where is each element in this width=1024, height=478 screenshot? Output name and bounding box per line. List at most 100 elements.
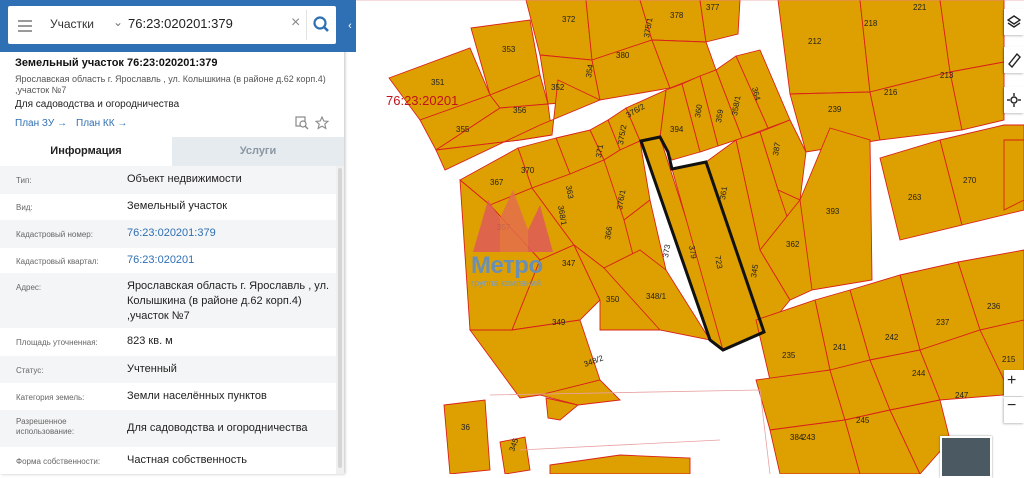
parcel-number-label: 237 [936, 318, 950, 327]
parcel-number-label: 380 [616, 51, 630, 60]
collapse-panel-button[interactable]: ‹ [344, 0, 356, 52]
parcel-title: Земельный участок 76:23:020201:379 [15, 57, 218, 69]
plan-zu-link[interactable]: План ЗУ → [15, 118, 67, 129]
basemap-switcher-thumbnail[interactable] [940, 436, 992, 478]
detail-row: Форма собственности: Частная собственност… [0, 447, 336, 474]
watermark-subtitle: группа компаний [471, 278, 542, 288]
map-parcel[interactable] [939, 0, 1005, 73]
detail-key: Кадастровый номер: [16, 230, 93, 239]
detail-key: Вид: [16, 203, 33, 212]
parcel-number-label: 348/1 [646, 292, 667, 301]
map-parcel[interactable] [769, 419, 861, 474]
find-on-map-icon[interactable] [295, 116, 309, 130]
parcel-number-label: 355 [456, 125, 470, 134]
watermark-title: Метро [471, 252, 543, 279]
parcel-number-label: 352 [551, 83, 565, 92]
parcel-number-label: 347 [562, 259, 576, 268]
parcel-number-label: 215 [1002, 355, 1016, 364]
parcel-number-label: 263 [908, 193, 922, 202]
detail-value: Учтенный [127, 363, 177, 375]
detail-key: Форма собственности: [16, 457, 101, 466]
tab-information[interactable]: Информация [0, 137, 172, 166]
parcel-number-label: 372 [562, 15, 576, 24]
detail-row: Площадь уточненная: 823 кв. м [0, 328, 336, 356]
parcel-number-label: 362 [786, 240, 800, 249]
parcel-number-label: 393 [826, 207, 840, 216]
parcel-number-label: 378 [670, 11, 684, 20]
zoom-in-icon[interactable]: + [1007, 372, 1016, 390]
parcel-number-label: 270 [963, 176, 977, 185]
parcel-number-label: 236 [987, 302, 1001, 311]
search-mode-select[interactable]: Участки [50, 17, 94, 31]
map-parcel[interactable] [1003, 139, 1024, 211]
locate-button[interactable] [1004, 87, 1024, 113]
parcel-number-label: 349 [552, 318, 566, 327]
detail-value: Земельный участок [127, 200, 228, 212]
search-button[interactable] [306, 10, 335, 40]
star-icon[interactable] [315, 116, 329, 130]
detail-key: Площадь уточненная: [16, 338, 98, 347]
close-icon[interactable]: × [291, 14, 300, 32]
detail-key: Статус: [16, 366, 44, 375]
detail-value: Для садоводства и огородничества [127, 422, 308, 434]
search-icon[interactable] [307, 10, 335, 40]
detail-value: 823 кв. м [127, 335, 173, 347]
detail-row: Кадастровый квартал: 76:23:020201 [0, 247, 336, 273]
search-input[interactable]: 76:23:020201:379 [128, 16, 233, 31]
parcel-number-label: 244 [912, 369, 926, 378]
parcel-number-label: 218 [864, 19, 878, 28]
parcel-number-label: 245 [856, 416, 870, 425]
detail-row: Категория земель: Земли населённых пункто… [0, 383, 336, 410]
parcel-number-label: 247 [955, 391, 969, 400]
detail-key: использование: [16, 427, 75, 436]
tab-bar: Информация Услуги [0, 137, 344, 166]
parcel-number-label: 367 [490, 178, 504, 187]
detail-key: Категория земель: [16, 393, 85, 402]
parcel-number-label: 36 [461, 423, 470, 432]
detail-value: Ярославская область г. Ярославль , ул. [127, 280, 330, 292]
parcel-number-label: 216 [884, 88, 898, 97]
parcel-purpose: Для садоводства и огородничества [15, 99, 180, 110]
detail-value: Частная собственность [127, 454, 248, 466]
parcel-number-label: 243 [802, 433, 816, 442]
tab-services[interactable]: Услуги [172, 137, 344, 166]
detail-value: ,участок №7 [127, 310, 190, 322]
menu-icon[interactable] [18, 18, 32, 32]
ruler-icon[interactable] [1007, 52, 1021, 68]
parcel-number-label: 384 [790, 433, 804, 442]
detail-row: Вид: Земельный участок [0, 193, 336, 221]
map-parcel[interactable] [777, 0, 871, 95]
parcel-address-line: Ярославская область г. Ярославль , ул. К… [15, 74, 326, 84]
detail-key: Кадастровый квартал: [16, 257, 99, 266]
parcel-number-label: 377 [706, 3, 720, 12]
quarter-label: 76:23:20201 [386, 93, 458, 108]
detail-row: Разрешенное использование: Для садоводства… [0, 410, 336, 447]
parcel-number-label: 242 [885, 333, 899, 342]
layers-icon[interactable] [1007, 14, 1021, 30]
detail-link[interactable]: 76:23:020201 [127, 254, 194, 266]
detail-key: Адрес: [16, 283, 42, 292]
parcel-number-label: 239 [828, 105, 842, 114]
detail-row: Адрес: Ярославская область г. Ярославль ,… [0, 273, 336, 328]
parcel-number-label: 350 [606, 295, 620, 304]
map-parcel[interactable] [443, 399, 491, 474]
locate-icon[interactable] [1007, 92, 1021, 108]
parcel-number-label: 370 [521, 166, 535, 175]
parcel-number-label: 212 [808, 37, 822, 46]
search-box: Участки ⌄ 76:23:020201:379 × [8, 6, 336, 44]
detail-link[interactable]: 76:23:020201:379 [127, 227, 216, 239]
parcel-number-label: 241 [833, 343, 847, 352]
detail-row: Статус: Учтенный [0, 356, 336, 383]
zoom-out-icon[interactable]: − [1007, 397, 1016, 415]
scrollbar-thumb[interactable] [338, 168, 342, 468]
parcel-number-label: 213 [940, 71, 954, 80]
detail-value: Земли населённых пунктов [127, 390, 267, 402]
chevron-down-icon[interactable]: ⌄ [113, 15, 123, 29]
ruler-button[interactable] [1004, 47, 1024, 73]
plan-kk-link[interactable]: План КК → [76, 118, 127, 129]
detail-key: Тип: [16, 176, 32, 185]
search-bar: Участки ⌄ 76:23:020201:379 × [0, 0, 344, 52]
detail-row: Кадастровый номер: 76:23:020201:379 [0, 220, 336, 248]
layers-button[interactable] [1004, 9, 1024, 35]
map-parcel[interactable] [755, 369, 846, 431]
